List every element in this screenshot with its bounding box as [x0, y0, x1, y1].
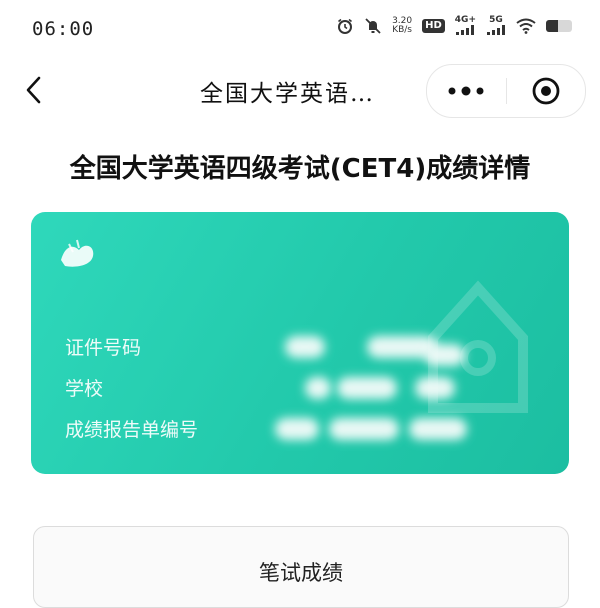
redacted-school-value	[275, 373, 465, 403]
alarm-icon	[336, 17, 354, 35]
back-button[interactable]	[18, 72, 50, 108]
more-menu-button[interactable]	[427, 65, 506, 117]
redacted-id-value	[275, 332, 465, 366]
wifi-icon	[516, 18, 536, 34]
nav-title: 全国大学英语…	[200, 81, 375, 107]
card-label-school: 学校	[65, 378, 104, 400]
signal-4g: 4G+	[455, 16, 476, 35]
signal-5g: 5G	[486, 16, 506, 35]
net-speed-unit: KB/s	[392, 24, 412, 35]
battery-icon	[546, 19, 572, 32]
status-bar: 06:00 3.20 KB/s HD 4G+ 5G	[0, 0, 600, 58]
hd-badge: HD	[422, 18, 445, 33]
card-row-id: 证件号码	[65, 326, 465, 367]
battery-fill	[546, 19, 558, 32]
mini-program-capsule	[426, 64, 586, 118]
card-label-report-number: 成绩报告单编号	[65, 419, 199, 441]
card-row-report-number: 成绩报告单编号	[65, 408, 467, 449]
net-speed: 3.20 KB/s	[392, 16, 412, 35]
signal-5g-label: 5G	[489, 15, 503, 25]
status-icons: 3.20 KB/s HD 4G+ 5G	[336, 16, 572, 35]
signal-4g-label: 4G+	[454, 15, 476, 25]
more-dots-icon	[448, 86, 484, 96]
mute-bell-icon	[364, 17, 382, 35]
chevron-left-icon	[26, 76, 41, 104]
written-score-title: 笔试成绩	[259, 561, 343, 585]
candidate-info-card: 证件号码 学校 成绩报告单编号	[31, 212, 569, 474]
card-label-id: 证件号码	[65, 337, 142, 359]
target-circle-icon	[532, 77, 560, 105]
logo-mark-icon	[61, 239, 94, 267]
status-time: 06:00	[32, 18, 95, 40]
nav-bar: 全国大学英语…	[0, 58, 600, 122]
page-heading: 全国大学英语四级考试(CET4)成绩详情	[69, 154, 531, 184]
card-row-school: 学校	[65, 367, 465, 408]
redacted-report-number-value	[275, 414, 467, 444]
close-mini-program-button[interactable]	[507, 65, 586, 117]
signal-bars-icon	[487, 25, 505, 35]
signal-bars-icon	[456, 25, 475, 35]
card-rows: 证件号码 学校 成绩报告单编号	[65, 326, 467, 449]
written-score-panel: 笔试成绩	[33, 526, 569, 608]
